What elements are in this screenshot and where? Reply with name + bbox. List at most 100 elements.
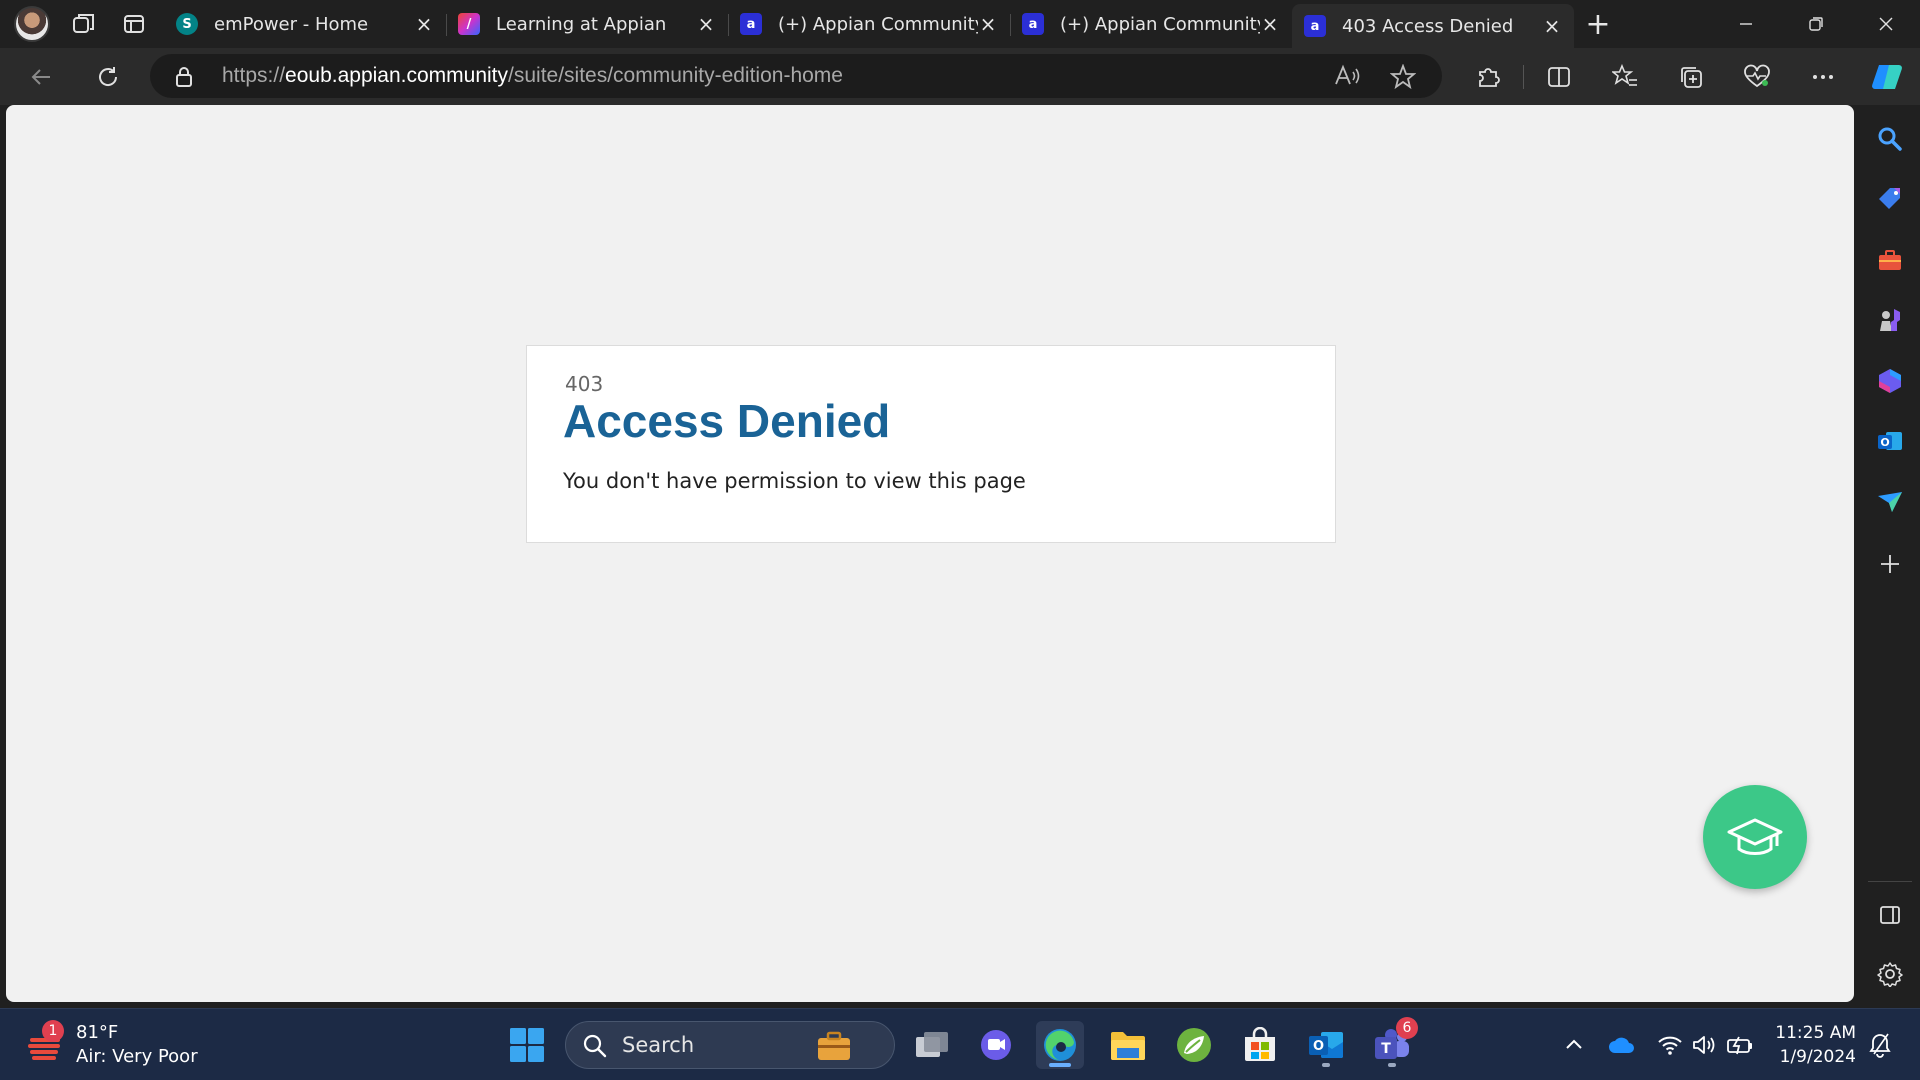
teams-notification-badge: 6 <box>1396 1017 1418 1039</box>
clock-time: 11:25 AM <box>1775 1023 1856 1043</box>
weather-icon: 1 <box>28 1020 64 1064</box>
teams-chat-button[interactable] <box>972 1021 1020 1069</box>
tab-appian-community-1[interactable]: a (+) Appian Community × <box>728 4 1010 44</box>
microsoft-store-button[interactable] <box>1236 1021 1284 1069</box>
store-icon <box>1245 1027 1275 1061</box>
sidebar-search-button[interactable] <box>1872 121 1908 157</box>
sidebar-add-button[interactable] <box>1872 546 1908 582</box>
tab-empower-home[interactable]: S emPower - Home × <box>164 4 446 44</box>
teams-taskbar-button[interactable]: T 6 <box>1368 1017 1418 1069</box>
refresh-button[interactable] <box>87 56 129 98</box>
url-host: eoub.appian.community <box>285 64 509 87</box>
search-icon <box>583 1034 607 1058</box>
restore-button[interactable] <box>1782 0 1850 48</box>
battery-charging-icon <box>1727 1036 1752 1055</box>
start-button[interactable] <box>503 1021 551 1069</box>
page-title: Access Denied <box>563 395 891 447</box>
spring-tools-button[interactable] <box>1170 1021 1218 1069</box>
briefcase-icon <box>818 1031 850 1060</box>
tab-actions-button[interactable] <box>114 4 154 44</box>
sidebar-shopping-button[interactable] <box>1872 181 1908 217</box>
tab-appian-community-2[interactable]: a (+) Appian Community × <box>1010 4 1292 44</box>
lock-icon[interactable] <box>174 66 194 92</box>
close-icon[interactable]: × <box>1260 12 1280 36</box>
url-text[interactable]: https://eoub.appian.community/suite/site… <box>222 64 843 88</box>
edge-taskbar-button[interactable] <box>1036 1021 1084 1069</box>
svg-text:T: T <box>1381 1041 1391 1057</box>
volume-button[interactable] <box>1690 1031 1718 1059</box>
star-icon <box>1389 63 1417 90</box>
show-hidden-icons-button[interactable] <box>1560 1031 1588 1059</box>
outlook-taskbar-button[interactable]: O <box>1302 1021 1350 1069</box>
split-screen-button[interactable] <box>1538 56 1580 98</box>
profile-avatar[interactable] <box>14 6 50 42</box>
page-content: 403 Access Denied You don't have permiss… <box>6 105 1854 1002</box>
toolbar-divider <box>1523 65 1524 89</box>
workspaces-icon <box>73 14 94 33</box>
settings-more-button[interactable] <box>1802 56 1844 98</box>
workspaces-button[interactable] <box>64 4 104 44</box>
chevron-up-icon <box>1566 1039 1582 1049</box>
sidebar-outlook-button[interactable]: O <box>1872 423 1908 459</box>
collections-button[interactable] <box>1670 56 1712 98</box>
svg-text:O: O <box>1313 1039 1324 1054</box>
minimize-button[interactable] <box>1712 0 1780 48</box>
split-screen-icon <box>1548 67 1570 87</box>
spring-leaf-icon <box>1177 1028 1211 1062</box>
paper-plane-icon <box>1878 492 1902 512</box>
speaker-icon <box>1693 1036 1715 1054</box>
collections-icon <box>1681 67 1702 88</box>
favorites-button[interactable] <box>1604 56 1646 98</box>
sidebar-send-button[interactable] <box>1872 484 1908 520</box>
browser-essentials-button[interactable] <box>1736 56 1778 98</box>
sharepoint-icon: S <box>176 13 198 35</box>
close-icon[interactable]: × <box>414 12 434 36</box>
task-view-button[interactable] <box>908 1021 956 1069</box>
error-code: 403 <box>565 372 604 396</box>
close-icon[interactable]: × <box>1542 14 1562 38</box>
folder-icon <box>1111 1032 1145 1060</box>
onedrive-button[interactable] <box>1608 1031 1636 1059</box>
close-icon[interactable]: × <box>978 12 998 36</box>
favorite-star-button[interactable] <box>1389 63 1417 94</box>
weather-alert-badge: 1 <box>42 1020 64 1042</box>
copilot-button[interactable] <box>1866 56 1908 98</box>
error-message: You don't have permission to view this p… <box>563 469 1026 493</box>
sidebar-copilot-button[interactable] <box>1872 363 1908 399</box>
new-tab-button[interactable]: + <box>1578 4 1618 44</box>
taskbar-search-input[interactable]: Search <box>565 1021 895 1069</box>
sidebar-tools-button[interactable] <box>1872 242 1908 278</box>
svg-text:O: O <box>1880 436 1889 449</box>
favorites-list-icon <box>1612 64 1637 86</box>
plus-icon <box>1881 555 1899 573</box>
learning-fab-button[interactable] <box>1703 785 1807 889</box>
task-view-icon <box>916 1032 948 1057</box>
edge-icon <box>1044 1029 1076 1061</box>
close-icon[interactable]: × <box>696 12 716 36</box>
shopping-tag-icon <box>1879 188 1900 209</box>
tab-actions-icon <box>124 15 144 33</box>
extensions-button[interactable] <box>1467 56 1509 98</box>
appian-academy-icon: / <box>458 13 480 35</box>
tab-403-access-denied[interactable]: a 403 Access Denied × <box>1292 4 1574 48</box>
notifications-button[interactable] <box>1866 1031 1894 1059</box>
read-aloud-button[interactable] <box>1334 64 1362 92</box>
sidebar-games-button[interactable] <box>1872 302 1908 338</box>
wifi-button[interactable] <box>1656 1031 1684 1059</box>
chat-icon <box>981 1030 1011 1060</box>
weather-widget[interactable]: 1 81°F Air: Very Poor <box>28 1019 198 1071</box>
file-explorer-button[interactable] <box>1104 1021 1152 1069</box>
back-button[interactable] <box>20 56 62 98</box>
close-window-button[interactable] <box>1852 0 1920 48</box>
tab-learning-at-appian[interactable]: / Learning at Appian × <box>446 4 728 44</box>
wifi-icon <box>1658 1036 1682 1055</box>
running-indicator <box>1388 1063 1396 1067</box>
heart-pulse-icon <box>1744 64 1770 88</box>
battery-button[interactable] <box>1726 1031 1754 1059</box>
sidebar-settings-button[interactable] <box>1872 956 1908 992</box>
address-bar[interactable]: https://eoub.appian.community/suite/site… <box>150 54 1442 98</box>
search-label: Search <box>622 1033 695 1057</box>
sidebar-hide-button[interactable] <box>1872 897 1908 933</box>
tab-strip: S emPower - Home × / Learning at Appian … <box>0 0 1920 48</box>
system-clock[interactable]: 11:25 AM 1/9/2024 <box>1772 1021 1856 1069</box>
